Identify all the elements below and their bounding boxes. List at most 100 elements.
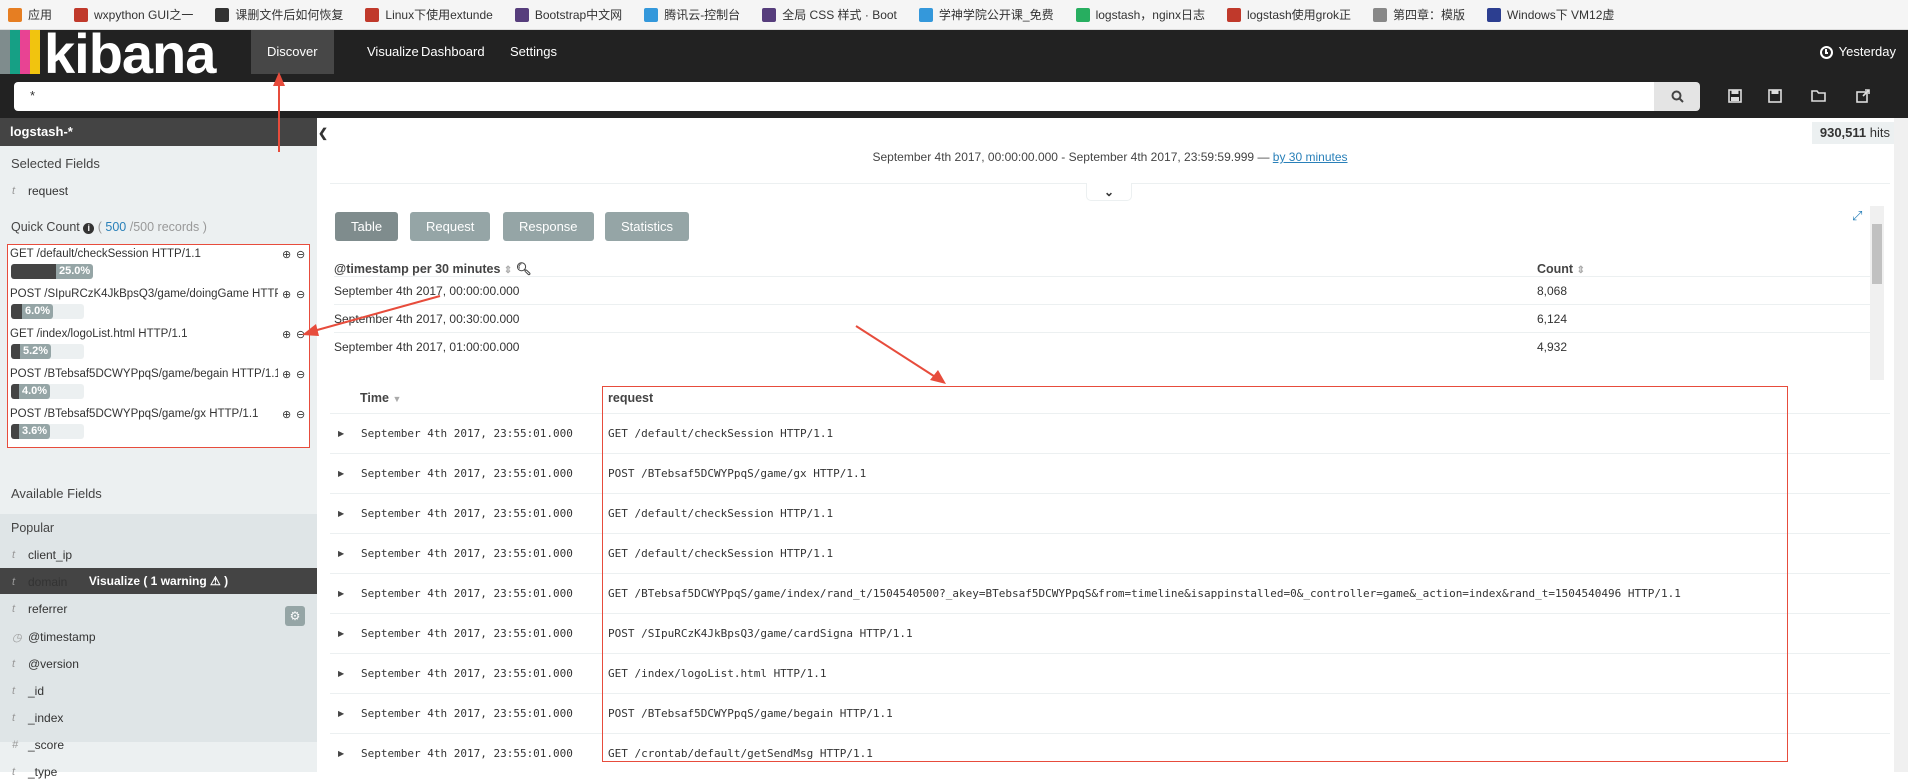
bookmark-item[interactable]: Bootstrap中文网 (514, 6, 622, 23)
field-type-icon: ◷ (12, 631, 22, 644)
quick-count-item: POST /SIpuRCzK4JkBpsQ3/game/doingGame HT… (10, 288, 306, 324)
quick-count-item: GET /index/logoList.html HTTP/1.1 ⊕ ⊖ 5.2% (10, 328, 306, 364)
expand-caret-icon[interactable]: ▶ (338, 534, 344, 574)
zoom-in-icon[interactable]: ⊕ (282, 368, 291, 381)
tab-table[interactable]: Table (335, 212, 399, 241)
bookmark-item[interactable]: 课删文件后如何恢复 (215, 6, 343, 23)
info-icon: i (83, 223, 95, 234)
tab-request[interactable]: Request (410, 212, 491, 241)
doc-time: September 4th 2017, 23:55:01.000 (361, 667, 573, 680)
progress-bar: 4.0% (11, 384, 84, 399)
field-type-icon: t (12, 549, 16, 561)
tab-discover[interactable]: Discover (251, 30, 334, 74)
progress-percent: 5.2% (20, 344, 52, 359)
tab-dashboard[interactable]: Dashboard (405, 30, 501, 74)
table-row: September 4th 2017, 01:00:00.000 4,932 (334, 332, 1870, 360)
progress-bar: 6.0% (11, 304, 84, 319)
chevron-down-icon[interactable]: ⌄ (1086, 183, 1132, 201)
bookmark-icon (918, 7, 933, 22)
zoom-in-icon[interactable]: ⊕ (282, 248, 291, 261)
progress-percent: 4.0% (19, 384, 51, 399)
agg-count: 6,124 (1537, 312, 1568, 326)
selected-field-request[interactable]: t request (12, 184, 68, 198)
kibana-logo[interactable]: kibana (0, 22, 240, 85)
progress-fill (11, 424, 19, 439)
agg-count: 8,068 (1537, 284, 1568, 298)
quick-count-n[interactable]: 500 (105, 220, 126, 234)
zoom-out-icon[interactable]: ⊖ (296, 408, 305, 421)
bookmark-label: 第四章：模版 (1393, 8, 1466, 22)
expand-caret-icon[interactable]: ▶ (338, 614, 344, 654)
tab-response[interactable]: Response (503, 212, 594, 241)
bookmark-item[interactable]: 全局 CSS 样式 · Boot (762, 6, 897, 23)
field-name: _id (28, 684, 45, 698)
progress-percent: 6.0% (22, 304, 54, 319)
collapse-sidebar-icon[interactable]: ❮ (317, 118, 329, 148)
page-scrollbar[interactable] (1894, 118, 1908, 772)
zoom-in-icon[interactable]: ⊕ (282, 288, 291, 301)
quick-count-item: GET /default/checkSession HTTP/1.1 ⊕ ⊖ 25.0… (10, 248, 306, 284)
available-fields-title: Available Fields (11, 486, 102, 501)
field-score[interactable]: # _score (12, 738, 64, 752)
bookmark-icon (1075, 7, 1090, 22)
annotation-arrow (855, 325, 946, 384)
progress-bar: 25.0% (11, 264, 94, 279)
share-icon[interactable] (1853, 86, 1873, 106)
new-search-icon[interactable] (1725, 86, 1745, 106)
field-type-icon: t (12, 712, 16, 724)
expand-caret-icon[interactable]: ▶ (338, 734, 344, 774)
expand-icon[interactable]: ⤢ (1852, 208, 1862, 224)
zoom-in-icon[interactable]: ⊕ (282, 328, 291, 341)
timepicker[interactable]: Yesterday (1819, 30, 1896, 74)
field-type-icon: t (12, 685, 16, 697)
agg-scrollbar[interactable] (1870, 206, 1884, 380)
agg-header-count[interactable]: Count ⇕ (1537, 262, 1585, 276)
gear-icon[interactable]: ⚙ (285, 606, 305, 626)
field-type[interactable]: t _type (12, 765, 57, 779)
bookmark-label: logstash，nginx日志 (1095, 8, 1205, 22)
doc-time: September 4th 2017, 23:55:01.000 (361, 467, 573, 480)
agg-header-time[interactable]: @timestamp per 30 minutes ⇕ 🔍︎ (334, 262, 532, 277)
tab-settings[interactable]: Settings (494, 30, 573, 74)
expand-caret-icon[interactable]: ▶ (338, 574, 344, 614)
bookmark-label: Linux下使用extunde (385, 8, 493, 22)
field-id[interactable]: t _id (12, 684, 44, 698)
quick-count-box: GET /default/checkSession HTTP/1.1 ⊕ ⊖ 25.0… (7, 244, 310, 448)
expand-caret-icon[interactable]: ▶ (338, 494, 344, 534)
bookmark-item[interactable]: Windows下 VM12虚 (1487, 6, 1614, 23)
doc-header-time[interactable]: Time ▼ (360, 391, 401, 405)
kibana-navbar: kibana Discover Visualize Dashboard Sett… (0, 22, 1908, 85)
date-range: September 4th 2017, 00:00:00.000 - Septe… (330, 150, 1890, 164)
field-referrer[interactable]: t referrer (12, 602, 67, 616)
field-type-icon: t (12, 185, 16, 197)
field-index[interactable]: t _index (12, 711, 63, 725)
field-name: request (28, 184, 69, 198)
field-clientip[interactable]: t client_ip (12, 548, 72, 562)
search-button[interactable] (1654, 82, 1700, 111)
field-domain[interactable]: t domain (12, 575, 67, 589)
bookmark-item[interactable]: 第四章：模版 (1373, 6, 1465, 23)
expand-caret-icon[interactable]: ▶ (338, 654, 344, 694)
bookmark-item[interactable]: 腾讯云-控制台 (644, 6, 740, 23)
bookmark-item[interactable]: logstash使用grok正 (1226, 6, 1351, 23)
interval-link[interactable]: by 30 minutes (1273, 150, 1348, 164)
bookmark-icon (1487, 7, 1502, 22)
zoom-in-icon[interactable]: ⊕ (282, 408, 291, 421)
open-folder-icon[interactable] (1809, 86, 1829, 106)
agg-header-count-label: Count (1537, 262, 1574, 276)
scroll-thumb[interactable] (1872, 224, 1882, 284)
doc-time: September 4th 2017, 23:55:01.000 (361, 587, 573, 600)
zoom-out-icon[interactable]: ⊖ (296, 368, 305, 381)
save-search-icon[interactable] (1765, 86, 1785, 106)
tab-statistics[interactable]: Statistics (605, 212, 690, 241)
expand-caret-icon[interactable]: ▶ (338, 454, 344, 494)
zoom-out-icon[interactable]: ⊖ (296, 248, 305, 261)
bookmark-item[interactable]: Linux下使用extunde (365, 6, 493, 23)
bookmark-item[interactable]: 学神学院公开课_免费 (918, 6, 1054, 23)
field-name: _score (28, 738, 65, 752)
field-version[interactable]: t @version (12, 657, 79, 671)
field-timestamp[interactable]: ◷ @timestamp (12, 630, 96, 644)
bookmark-item[interactable]: logstash，nginx日志 (1075, 6, 1205, 23)
expand-caret-icon[interactable]: ▶ (338, 694, 344, 734)
expand-caret-icon[interactable]: ▶ (338, 414, 344, 454)
